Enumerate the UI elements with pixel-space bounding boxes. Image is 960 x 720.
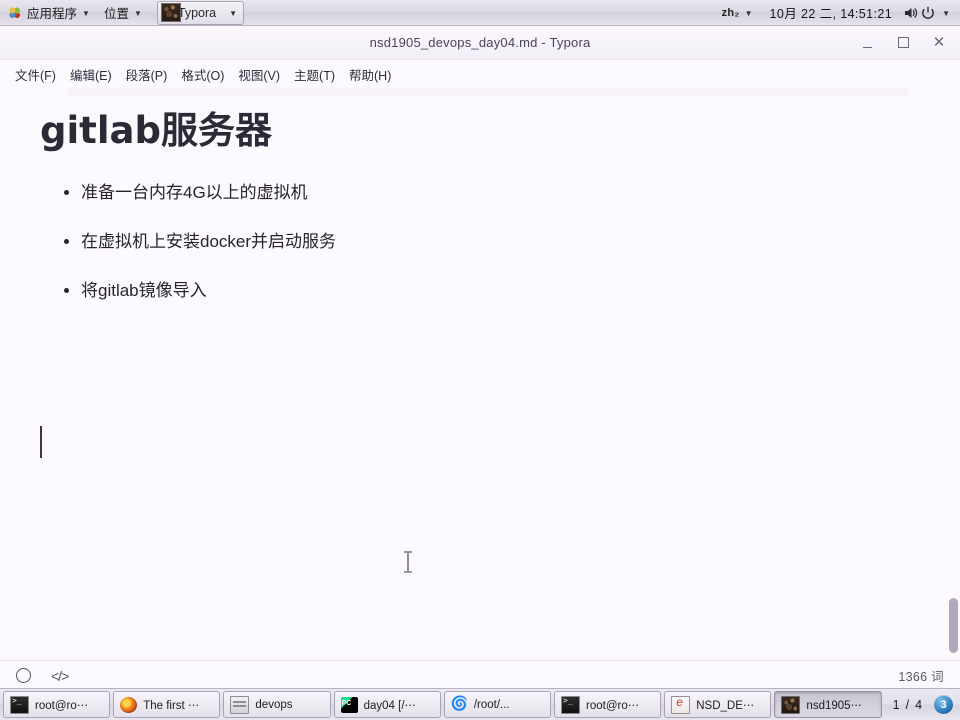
document-content[interactable]: gitlab服务器 准备一台内存4G以上的虚拟机 在虚拟机上安装docker并启… (0, 88, 940, 326)
panel-window-selector[interactable]: Typora ▼ (156, 0, 245, 25)
gnome-top-panel: 应用程序 ▼ 位置 ▼ Typora ▼ zh₂ ▼ 10月 22 二, 14:… (0, 0, 960, 26)
menu-item-edit[interactable]: 编辑(E) (63, 62, 119, 87)
document-scrollbar[interactable] (946, 88, 960, 660)
menu-item-format[interactable]: 格式(O) (174, 62, 231, 87)
volume-icon[interactable] (902, 5, 918, 21)
workspace-total: 4 (915, 697, 924, 712)
workspace-current: 1 (892, 697, 901, 712)
mouse-ibeam-cursor (402, 551, 414, 573)
file-manager-icon (230, 695, 250, 714)
notification-badge[interactable]: 3 (934, 695, 954, 714)
taskbar-item-label: root@ro⋯ (35, 699, 89, 712)
chevron-down-icon: ▼ (82, 8, 90, 18)
taskbar-item-pycharm[interactable]: day04 [/⋯ (333, 691, 441, 718)
chevron-down-icon: ▼ (229, 8, 238, 18)
taskbar-item-devops[interactable]: devops (223, 691, 331, 718)
places-menu[interactable]: 位置 ▼ (97, 1, 149, 25)
menu-item-file[interactable]: 文件(F) (8, 62, 63, 87)
pycharm-icon (340, 696, 358, 713)
close-button[interactable]: ✕ (926, 31, 952, 55)
window-controls: ✕ (854, 26, 952, 59)
list-item-text: 在虚拟机上安装docker并启动服务 (81, 231, 337, 251)
list-item[interactable]: 准备一台内存4G以上的虚拟机 (64, 179, 900, 206)
taskbar-item-label: day04 [/⋯ (363, 699, 417, 712)
list-item-text: 将gitlab镜像导入 (81, 280, 207, 300)
applications-menu[interactable]: 应用程序 ▼ (0, 1, 97, 25)
power-icon[interactable] (920, 5, 936, 21)
list-item[interactable]: 将gitlab镜像导入 (64, 277, 900, 304)
focus-mode-circle-icon[interactable] (16, 668, 31, 683)
chevron-down-icon: ▼ (133, 8, 142, 18)
terminal-icon (561, 695, 581, 714)
workspace-separator: / (905, 697, 911, 712)
taskbar-item-label: The first ⋯ (143, 699, 200, 712)
list-item-text: 准备一台内存4G以上的虚拟机 (81, 182, 308, 202)
taskbar-item-label: nsd1905⋯ (806, 699, 863, 712)
typora-window: nsd1905_devops_day04.md - Typora ✕ 文件(F)… (0, 26, 960, 688)
status-bar: </> 1366 词 (0, 660, 960, 688)
word-count-label[interactable]: 1366 词 (898, 666, 944, 685)
bullet-list: 准备一台内存4G以上的虚拟机 在虚拟机上安装docker并启动服务 将gitla… (40, 179, 900, 305)
document-heading-cjk: 服务器 (161, 110, 272, 151)
clock[interactable]: 10月 22 二, 14:51:21 (762, 3, 901, 22)
list-item[interactable]: 在虚拟机上安装docker并启动服务 (64, 228, 900, 255)
text-caret (40, 426, 42, 458)
document-heading: gitlab服务器 (40, 109, 900, 153)
keyboard-layout-label: zh₂ (721, 6, 740, 19)
menu-item-theme[interactable]: 主题(T) (287, 62, 342, 87)
taskbar-item-root-folder[interactable]: /root/... (443, 691, 552, 718)
taskbar-item-typora-active[interactable]: nsd1905⋯ (774, 691, 882, 718)
document-heading-latin: gitlab (40, 109, 161, 152)
taskbar-item-firefox[interactable]: The first ⋯ (113, 691, 221, 718)
menu-bar: 文件(F) 编辑(E) 段落(P) 格式(O) 视图(V) 主题(T) 帮助(H… (0, 60, 960, 88)
taskbar-item-nsd-de[interactable]: NSD_DE⋯ (664, 691, 772, 718)
document-editor-area[interactable]: gitlab服务器 准备一台内存4G以上的虚拟机 在虚拟机上安装docker并启… (0, 88, 960, 660)
menu-item-help[interactable]: 帮助(H) (342, 62, 398, 87)
screen-root: 应用程序 ▼ 位置 ▼ Typora ▼ zh₂ ▼ 10月 22 二, 14:… (0, 0, 960, 720)
taskbar-item-label: /root/... (473, 698, 510, 711)
gnome-foot-icon (7, 5, 22, 20)
page-title: nsd1905_devops_day04.md - Typora (369, 35, 591, 50)
firefox-icon (120, 696, 138, 713)
chevron-down-icon[interactable]: ▼ (938, 9, 954, 18)
typora-window-thumb-icon (781, 695, 801, 714)
taskbar-item-terminal-1[interactable]: root@ro⋯ (3, 691, 111, 718)
taskbar-item-label: devops (255, 698, 293, 711)
scrollbar-thumb[interactable] (949, 598, 958, 653)
ebook-icon (671, 695, 691, 714)
panel-window-label: Typora (177, 5, 217, 20)
minimize-button[interactable] (854, 31, 880, 55)
status-bar-left: </> (16, 668, 69, 684)
applications-menu-label: 应用程序 (27, 7, 78, 21)
taskbar-item-label: root@ro⋯ (586, 699, 640, 712)
window-title-bar: nsd1905_devops_day04.md - Typora ✕ (0, 26, 960, 60)
menu-item-paragraph[interactable]: 段落(P) (119, 62, 175, 87)
menu-item-view[interactable]: 视图(V) (231, 62, 287, 87)
taskbar: root@ro⋯ The first ⋯ devops day04 [/⋯ /r… (0, 688, 960, 720)
panel-status-area: zh₂ ▼ 10月 22 二, 14:51:21 ▼ (715, 1, 960, 25)
taskbar-item-label: NSD_DE⋯ (696, 699, 755, 712)
source-code-mode-icon[interactable]: </> (51, 668, 69, 684)
taskbar-item-terminal-2[interactable]: root@ro⋯ (554, 691, 662, 718)
workspace-switcher[interactable]: 1 / 4 (885, 698, 931, 712)
maximize-button[interactable] (890, 31, 916, 55)
chevron-down-icon: ▼ (744, 8, 753, 18)
places-menu-label: 位置 (103, 7, 129, 21)
terminal-icon (10, 695, 29, 714)
keyboard-layout-indicator[interactable]: zh₂ ▼ (715, 1, 760, 25)
typora-blue-icon (451, 695, 468, 713)
